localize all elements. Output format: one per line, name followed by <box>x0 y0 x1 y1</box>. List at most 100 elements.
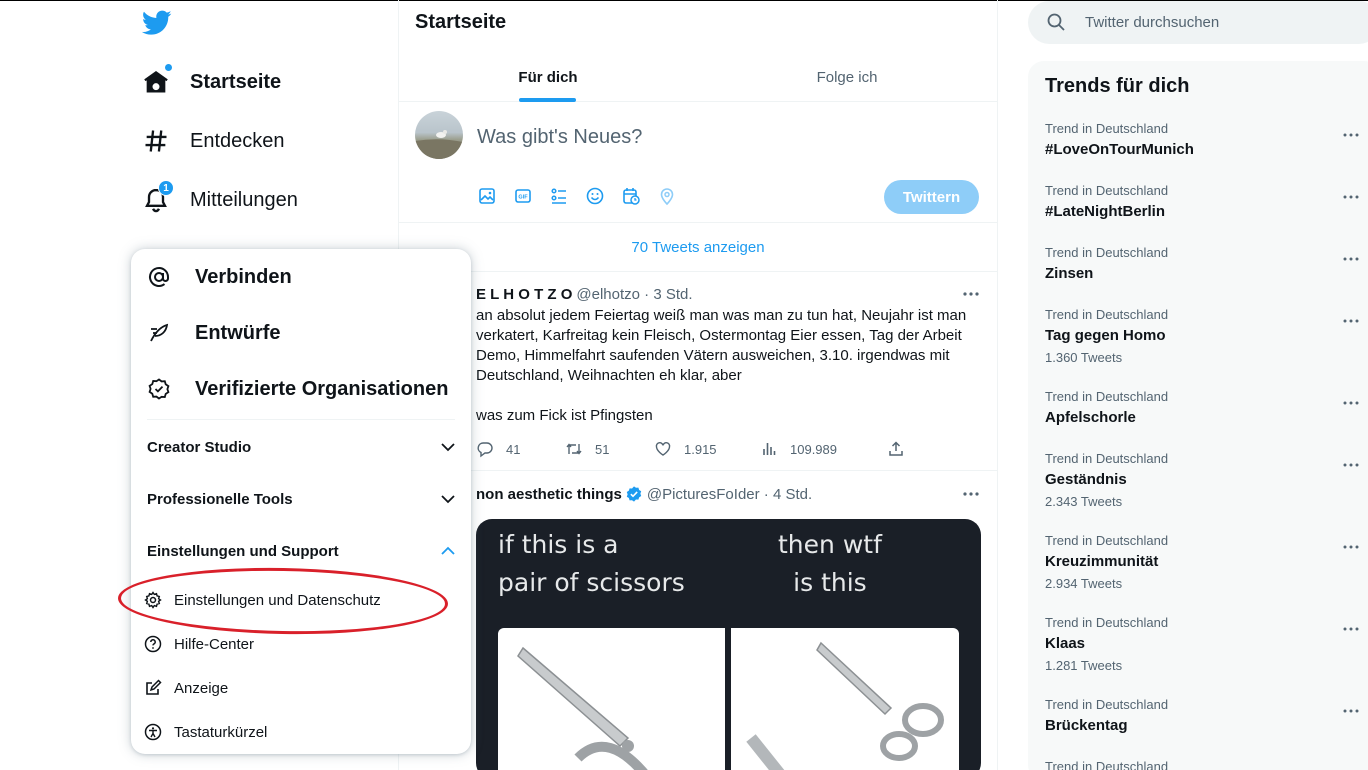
trend-item[interactable]: Trend in Deutschland Kreuzimmunität 2.934 … <box>1045 533 1365 591</box>
tweet[interactable]: E L H O T Z O @elhotzo · 3 Std. an absol… <box>399 272 997 471</box>
reply-button[interactable]: 41 <box>476 440 565 458</box>
menu-item-drafts[interactable]: Entwürfe <box>147 313 281 353</box>
search-box[interactable]: Twitter durchsuchen <box>1028 1 1368 44</box>
trend-tweet-count: 2.343 Tweets <box>1045 494 1123 509</box>
twitter-logo-icon[interactable] <box>141 10 172 36</box>
menu-item-settings-privacy[interactable]: Einstellungen und Datenschutz <box>143 587 381 613</box>
views-icon <box>763 443 776 455</box>
search-input[interactable]: Twitter durchsuchen <box>1085 14 1219 31</box>
trends-title: Trends für dich <box>1045 75 1190 97</box>
retweet-count: 51 <box>595 441 610 457</box>
trend-item[interactable]: Trend in Deutschland #LateNightBerlin <box>1045 183 1365 220</box>
trend-name: Tag gegen Homo <box>1045 327 1166 344</box>
nav-item-home[interactable]: Startseite <box>142 62 281 102</box>
menu-item-verified-orgs[interactable]: Verifizierte Organisationen <box>147 369 448 409</box>
schedule-icon[interactable] <box>621 186 641 206</box>
trend-name: Zinsen <box>1045 265 1094 282</box>
section-creator-studio[interactable]: Creator Studio <box>147 432 457 462</box>
menu-item-display[interactable]: Anzeige <box>143 675 228 701</box>
nav-label-home: Startseite <box>190 70 282 93</box>
more-icon[interactable] <box>1342 625 1360 633</box>
trend-context: Trend in Deutschland <box>1045 533 1169 548</box>
trend-context: Trend in Deutschland <box>1045 183 1169 198</box>
menu-label: Anzeige <box>174 679 229 697</box>
main-timeline: Startseite Für dich Folge ich Was gibt's… <box>398 0 998 770</box>
compose-box: Was gibt's Neues? GIF Twittern <box>399 102 997 223</box>
trends-panel: Trends für dich Trend in Deutschland #Lov… <box>1028 61 1368 770</box>
more-icon[interactable] <box>1342 707 1360 715</box>
image-icon[interactable] <box>477 186 497 206</box>
emoji-icon[interactable] <box>585 186 605 206</box>
tab-for-you[interactable]: Für dich <box>399 52 697 102</box>
chevron-down-icon <box>441 495 455 504</box>
trend-item[interactable]: Trend in Deutschland <box>1045 759 1365 770</box>
feather-icon <box>150 323 169 342</box>
show-new-tweets-link[interactable]: 70 Tweets anzeigen <box>399 223 997 272</box>
trend-context: Trend in Deutschland <box>1045 451 1169 466</box>
poll-icon[interactable] <box>549 186 569 206</box>
trend-item[interactable]: Trend in Deutschland Brückentag <box>1045 697 1365 734</box>
edit-display-icon <box>146 679 162 695</box>
more-icon[interactable] <box>1342 461 1360 469</box>
trend-context: Trend in Deutschland <box>1045 389 1169 404</box>
trend-context: Trend in Deutschland <box>1045 697 1169 712</box>
reply-count: 41 <box>506 441 521 457</box>
tab-label: Folge ich <box>816 68 878 86</box>
more-icon[interactable] <box>961 289 981 299</box>
tweet-header: E L H O T Z O @elhotzo · 3 Std. <box>476 286 693 303</box>
like-button[interactable]: 1.915 <box>654 440 760 458</box>
tweet-author-name[interactable]: E L H O T Z O <box>476 286 572 303</box>
scissors-icon <box>746 641 944 770</box>
tab-following[interactable]: Folge ich <box>697 52 997 102</box>
menu-item-keyboard-shortcuts[interactable]: Tastaturkürzel <box>143 719 267 745</box>
page-title: Startseite <box>415 11 507 33</box>
more-icon[interactable] <box>1342 255 1360 263</box>
heart-icon <box>655 442 671 456</box>
menu-item-connect[interactable]: Verbinden <box>147 257 292 297</box>
menu-label: Einstellungen und Datenschutz <box>174 591 381 609</box>
user-avatar[interactable] <box>415 111 463 159</box>
more-menu-popup: Verbinden Entwürfe Verifizierte Organisa… <box>131 249 471 754</box>
compose-input[interactable]: Was gibt's Neues? <box>477 126 642 149</box>
menu-item-help-center[interactable]: Hilfe-Center <box>143 631 254 657</box>
chevron-up-icon <box>441 546 455 555</box>
trend-item[interactable]: Trend in Deutschland Geständnis 2.343 Twee… <box>1045 451 1365 509</box>
timeline-tabs: Für dich Folge ich <box>399 52 997 102</box>
meme-caption-right: then wtf is this <box>778 530 882 597</box>
tab-label: Für dich <box>518 68 578 86</box>
more-icon[interactable] <box>1342 399 1360 407</box>
share-button[interactable] <box>887 440 905 458</box>
svg-text:GIF: GIF <box>518 195 528 201</box>
menu-label: Verifizierte Organisationen <box>195 377 449 400</box>
retweet-icon <box>566 443 582 455</box>
trend-item[interactable]: Trend in Deutschland Apfelschorle <box>1045 389 1365 426</box>
more-icon[interactable] <box>1342 317 1360 325</box>
verified-org-icon <box>148 378 170 400</box>
nav-item-explore[interactable]: Entdecken <box>142 121 285 161</box>
tweet-button[interactable]: Twittern <box>884 180 979 214</box>
trend-item[interactable]: Trend in Deutschland #LoveOnTourMunich <box>1045 121 1365 158</box>
trend-item[interactable]: Trend in Deutschland Klaas 1.281 Tweets <box>1045 615 1365 673</box>
section-label: Creator Studio <box>147 438 252 456</box>
section-professional-tools[interactable]: Professionelle Tools <box>147 484 457 514</box>
home-icon <box>142 64 172 96</box>
tweet-media-image[interactable]: if this is a pair of scissors then wtf i… <box>476 519 981 770</box>
verified-badge-icon <box>626 486 642 502</box>
tweet-author-name[interactable]: non aesthetic things <box>476 486 622 503</box>
section-label: Einstellungen und Support <box>147 542 339 560</box>
more-icon[interactable] <box>961 489 981 499</box>
retweet-button[interactable]: 51 <box>565 440 654 458</box>
trend-item[interactable]: Trend in Deutschland Zinsen <box>1045 245 1365 282</box>
menu-label: Verbinden <box>195 265 292 288</box>
gif-icon[interactable]: GIF <box>513 186 533 206</box>
trend-item[interactable]: Trend in Deutschland Tag gegen Homo 1.360 … <box>1045 307 1365 365</box>
views-button[interactable]: 109.989 <box>760 440 887 458</box>
nav-item-notifications[interactable]: 1 Mitteilungen <box>142 180 298 220</box>
tweet-header: non aesthetic things @PicturesFoIder · 4… <box>476 485 812 503</box>
more-icon[interactable] <box>1342 543 1360 551</box>
more-icon[interactable] <box>1342 193 1360 201</box>
tweet-meta: @PicturesFoIder · 4 Std. <box>646 485 813 503</box>
section-settings-support[interactable]: Einstellungen und Support <box>147 536 457 566</box>
location-icon[interactable] <box>657 186 677 206</box>
more-icon[interactable] <box>1342 131 1360 139</box>
